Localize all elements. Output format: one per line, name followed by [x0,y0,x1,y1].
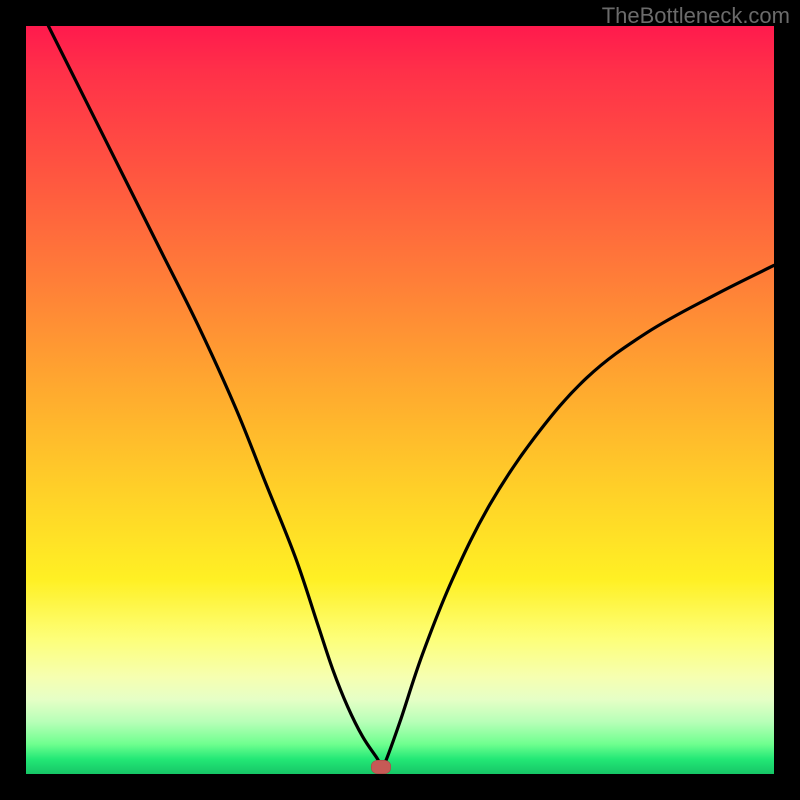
curve-svg [26,26,774,774]
chart-frame: TheBottleneck.com [0,0,800,800]
bottleneck-curve [48,26,774,768]
optimal-marker [371,760,391,774]
plot-area [26,26,774,774]
